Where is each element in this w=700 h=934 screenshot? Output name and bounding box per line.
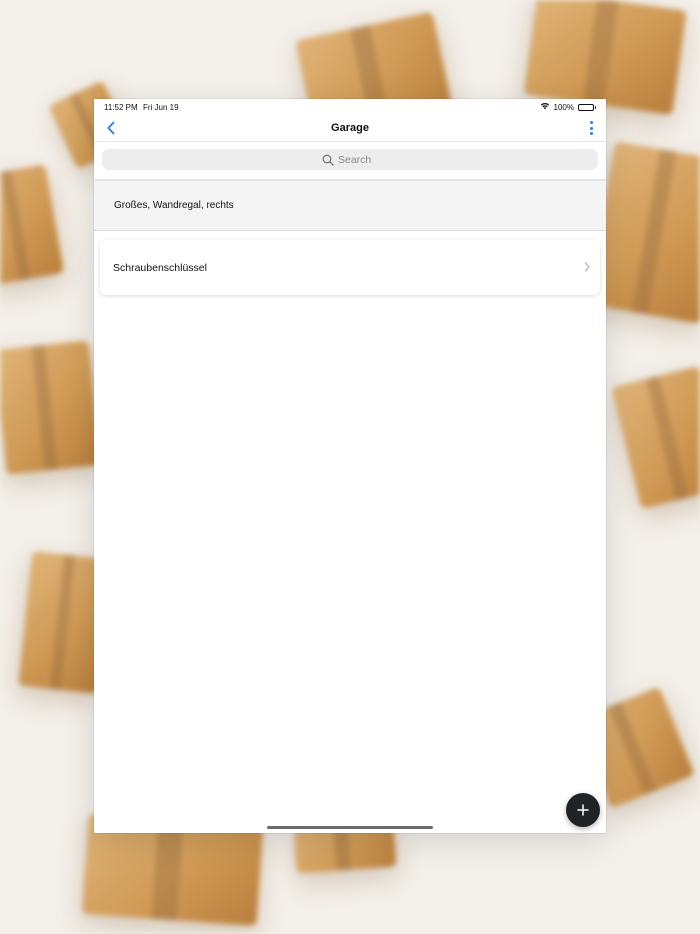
navigation-bar: Garage xyxy=(94,115,606,142)
list-item[interactable]: Schraubenschlüssel xyxy=(100,240,600,295)
chevron-right-icon xyxy=(584,262,590,272)
more-options-button[interactable] xyxy=(586,119,596,137)
status-date: Fri Jun 19 xyxy=(143,103,179,112)
battery-percentage: 100% xyxy=(553,102,574,112)
search-input[interactable] xyxy=(338,153,378,166)
battery-icon xyxy=(578,103,596,111)
plus-icon xyxy=(577,804,589,816)
location-label: Großes, Wandregal, rechts xyxy=(114,200,234,211)
home-indicator[interactable] xyxy=(267,826,433,829)
location-header: Großes, Wandregal, rechts xyxy=(94,180,606,231)
search-icon xyxy=(322,154,334,166)
page-title: Garage xyxy=(331,122,369,134)
device-screen: 11:52 PM Fri Jun 19 100% Garage Search G… xyxy=(94,99,606,833)
status-bar: 11:52 PM Fri Jun 19 100% xyxy=(94,99,606,115)
status-indicators: 100% xyxy=(540,102,596,112)
cardboard-box xyxy=(611,365,700,510)
cardboard-box xyxy=(0,164,64,286)
list-item-label: Schraubenschlüssel xyxy=(113,262,207,274)
status-time: 11:52 PM xyxy=(104,103,138,112)
add-button[interactable] xyxy=(566,793,600,827)
search-bar xyxy=(94,142,606,180)
search-field[interactable] xyxy=(102,149,598,170)
cardboard-box xyxy=(0,340,102,475)
more-vertical-icon xyxy=(589,121,593,124)
cardboard-box xyxy=(523,0,687,115)
wifi-icon xyxy=(540,102,550,112)
